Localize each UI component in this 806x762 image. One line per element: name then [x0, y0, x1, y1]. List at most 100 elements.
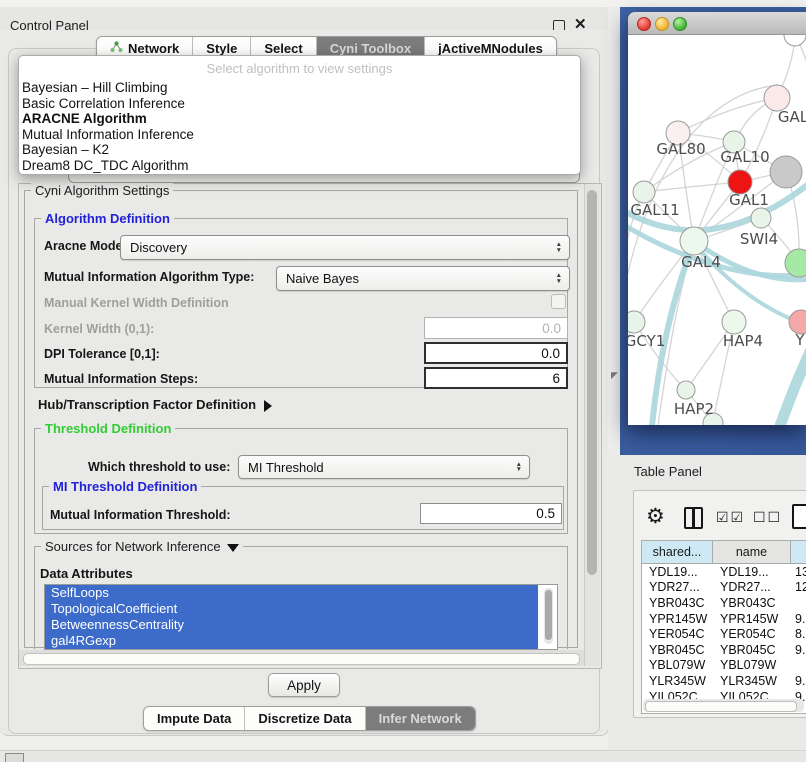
- tab-label: Infer Network: [379, 711, 462, 726]
- mi-threshold-value: 0.5: [536, 506, 561, 521]
- zoom-traffic-light[interactable]: [673, 17, 687, 31]
- mi-algorithm-type-combobox[interactable]: Naive Bayes ▲▼: [276, 266, 570, 291]
- table-row[interactable]: YDL19...YDL19...13: [642, 564, 806, 580]
- algorithm-option-aracne-algorithm[interactable]: ARACNE Algorithm: [19, 111, 580, 127]
- table-cell: YPR145W: [713, 612, 791, 626]
- table-cell: YER054C: [642, 627, 713, 641]
- kernel-width-value: 0.0: [542, 321, 567, 336]
- column-header-shared-name[interactable]: shared...: [642, 541, 713, 563]
- table-row[interactable]: YDR27...YDR27...12: [642, 580, 806, 596]
- dpi-tolerance-field[interactable]: 0.0: [424, 342, 568, 364]
- node-hap2[interactable]: [677, 381, 695, 399]
- table-row[interactable]: YLR345WYLR345W9.: [642, 673, 806, 689]
- apply-button[interactable]: Apply: [268, 673, 340, 697]
- algorithm-option-basic-correlation-inference[interactable]: Basic Correlation Inference: [19, 96, 580, 112]
- stepper-icon: ▲▼: [556, 273, 569, 284]
- attributes-list-scrollbar-thumb[interactable]: [545, 590, 552, 640]
- close-traffic-light[interactable]: [637, 17, 651, 31]
- cyni-algorithm-settings-title: Cyni Algorithm Settings: [31, 183, 173, 198]
- settings-horizontal-scrollbar-thumb[interactable]: [23, 653, 580, 665]
- node-swi4[interactable]: [751, 208, 771, 228]
- split-columns-icon[interactable]: [684, 507, 703, 529]
- attribute-item-gal4rgexp[interactable]: gal4RGexp: [45, 633, 538, 649]
- data-attributes-list[interactable]: SelfLoopsTopologicalCoefficientBetweenne…: [44, 584, 558, 650]
- table-cell: 9.: [791, 643, 806, 657]
- which-threshold-combobox[interactable]: MI Threshold ▲▼: [238, 455, 530, 479]
- node-gal11[interactable]: [633, 181, 655, 203]
- table-cell: 8.: [791, 627, 806, 641]
- table-cell: YBR045C: [713, 643, 791, 657]
- table-cell: YBR045C: [642, 643, 713, 657]
- mi-threshold-field[interactable]: 0.5: [420, 503, 562, 524]
- node-label-gal4: GAL4: [681, 253, 721, 271]
- tab-impute-data[interactable]: Impute Data: [144, 707, 245, 730]
- dpi-tolerance-label: DPI Tolerance [0,1]:: [44, 347, 160, 361]
- mi-steps-field[interactable]: 6: [424, 367, 568, 389]
- sources-title: Sources for Network Inference: [41, 539, 243, 554]
- attribute-item-selfloops[interactable]: SelfLoops: [45, 585, 538, 601]
- attribute-item-topologicalcoefficient[interactable]: TopologicalCoefficient: [45, 601, 538, 617]
- table-body: YDL19...YDL19...13YDR27...YDR27...12YBR0…: [642, 564, 806, 704]
- settings-gear-icon[interactable]: ⚙: [646, 504, 665, 529]
- table-cell: 9.: [791, 674, 806, 688]
- settings-vertical-scrollbar-thumb[interactable]: [587, 190, 597, 575]
- column-header-partial[interactable]: [791, 541, 806, 563]
- node-unlabeled[interactable]: [770, 156, 802, 188]
- node-gal4[interactable]: [680, 227, 708, 255]
- node-hap4[interactable]: [722, 310, 746, 334]
- tab-discretize-data[interactable]: Discretize Data: [245, 707, 365, 730]
- control-panel-titlebar: Control Panel ✕: [0, 7, 608, 30]
- bottom-tabbar: Impute DataDiscretize Data Infer Network: [143, 706, 476, 731]
- table-row[interactable]: YER054CYER054C8.: [642, 626, 806, 642]
- algorithm-option-bayesian-k2[interactable]: Bayesian – K2: [19, 142, 580, 158]
- table-row[interactable]: YBR045CYBR045C9.: [642, 642, 806, 658]
- table-cell: 13: [791, 565, 806, 579]
- algorithm-option-mutual-information-inference[interactable]: Mutual Information Inference: [19, 127, 580, 143]
- table-cell: YER054C: [713, 627, 791, 641]
- which-threshold-label: Which threshold to use:: [88, 460, 230, 474]
- algorithm-option-bayesian-hill-climbing[interactable]: Bayesian – Hill Climbing: [19, 80, 580, 96]
- data-attributes-label: Data Attributes: [40, 566, 133, 581]
- table-cell: 9.: [791, 612, 806, 626]
- hub-definition-toggle[interactable]: Hub/Transcription Factor Definition: [38, 397, 272, 412]
- popup-placeholder: Select algorithm to view settings: [19, 56, 580, 80]
- mi-steps-label: Mutual Information Steps:: [44, 372, 198, 386]
- network-window-titlebar[interactable]: [628, 12, 806, 35]
- table-header: shared... name: [642, 541, 806, 564]
- algorithm-option-dream8-dc-tdc-algorithm[interactable]: Dream8 DC_TDC Algorithm: [19, 158, 580, 174]
- table-row[interactable]: YPR145WYPR145W9.: [642, 611, 806, 627]
- mi-threshold-label: Mutual Information Threshold:: [50, 508, 231, 522]
- table-cell: YBL079W: [713, 658, 791, 672]
- minimize-traffic-light[interactable]: [655, 17, 669, 31]
- algorithm-dropdown-popup: Select algorithm to view settings Bayesi…: [18, 55, 581, 175]
- table-row[interactable]: YBL079WYBL079W: [642, 658, 806, 674]
- select-checkboxes-icon[interactable]: ☑☑: [716, 509, 745, 526]
- network-canvas[interactable]: GALGAL80GAL10GAL1GAL11GAL4SWI4GCY1HAP4YH…: [628, 35, 806, 425]
- aracne-mode-label: Aracne Mode:: [44, 239, 127, 253]
- table-row[interactable]: YBR043CYBR043C: [642, 595, 806, 611]
- table-cell: YDL19...: [642, 565, 713, 579]
- table-horizontal-scrollbar-thumb[interactable]: [645, 701, 797, 712]
- export-table-icon[interactable]: [792, 504, 806, 529]
- tab-label: Style: [206, 41, 237, 56]
- tab-label: jActiveMNodules: [438, 41, 543, 56]
- corner-widget-icon[interactable]: [5, 753, 24, 762]
- table-cell: YDL19...: [713, 565, 791, 579]
- table-cell: YDR27...: [713, 580, 791, 594]
- node-gcy1[interactable]: [628, 311, 645, 333]
- manual-kernel-width-checkbox[interactable]: [551, 294, 566, 309]
- tab-label: Network: [128, 41, 179, 56]
- attribute-item-betweennesscentrality[interactable]: BetweennessCentrality: [45, 617, 538, 633]
- node-unlabeled[interactable]: [784, 35, 806, 46]
- algorithm-options-list: Bayesian – Hill ClimbingBasic Correlatio…: [19, 80, 580, 174]
- column-header-name[interactable]: name: [713, 541, 791, 563]
- mi-threshold-definition-title: MI Threshold Definition: [49, 479, 201, 494]
- hub-definition-label: Hub/Transcription Factor Definition: [38, 397, 256, 412]
- deselect-checkboxes-icon[interactable]: ☐☐: [753, 509, 782, 526]
- node-label-gal1: GAL1: [729, 191, 769, 209]
- aracne-mode-combobox[interactable]: Discovery ▲▼: [120, 235, 570, 260]
- tab-label: Select: [264, 41, 302, 56]
- kernel-width-field[interactable]: 0.0: [424, 317, 568, 339]
- tab-infer-network[interactable]: Infer Network: [366, 707, 475, 730]
- node-unlabeled[interactable]: [785, 249, 806, 277]
